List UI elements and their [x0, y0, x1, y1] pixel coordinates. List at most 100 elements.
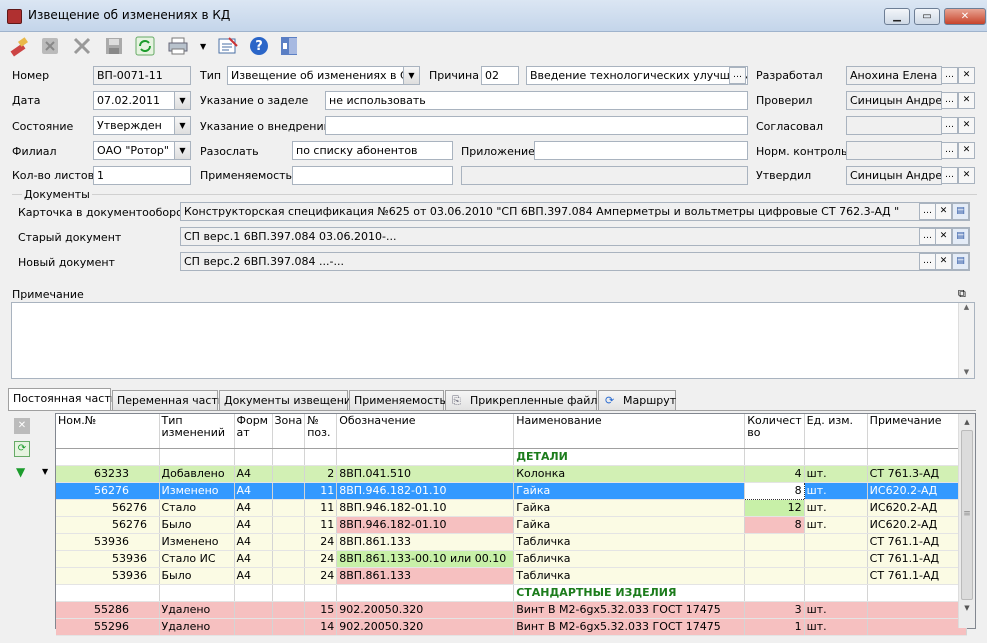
restore-icon[interactable]: ⧉	[958, 287, 966, 301]
reason-code-field[interactable]: 02	[481, 66, 519, 85]
col-header[interactable]: Форм ат	[234, 414, 273, 449]
date-field[interactable]: 07.02.2011 ▼	[93, 91, 191, 110]
table-row[interactable]: 53936 Было А4 24 8ВП.861.133 Табличка СТ 761.1…	[56, 567, 967, 585]
col-header[interactable]: № поз.	[304, 414, 338, 449]
note-scrollbar[interactable]: ▲ ▼	[958, 303, 974, 378]
table-row[interactable]: 55286 Удалено 15 902.20050.320 Винт В М2-6gx…	[56, 601, 967, 619]
note-field[interactable]	[11, 302, 975, 379]
approved-field[interactable]: Синицын Андрей	[846, 166, 942, 185]
minimize-button[interactable]: ▁	[884, 8, 910, 25]
ellipsis-icon[interactable]: …	[729, 67, 746, 84]
print-icon[interactable]	[166, 34, 190, 58]
ellipsis-icon[interactable]: …	[941, 142, 958, 159]
clear-icon[interactable]: ✕	[958, 167, 975, 184]
tab-route[interactable]: ⟳ Маршрут	[598, 390, 676, 410]
maximize-button[interactable]: ▭	[914, 8, 940, 25]
state-select[interactable]: Утвержден ▼	[93, 116, 191, 135]
refresh-icon[interactable]	[133, 34, 157, 58]
ellipsis-icon[interactable]: …	[919, 203, 936, 220]
old-doc-field[interactable]: СП верс.1 6ВП.397.084 03.06.2010-...	[180, 227, 970, 246]
table-row[interactable]: 53936 Стало ИС А4 24 8ВП.861.133-00.10 или 0…	[56, 550, 967, 568]
backlog-field[interactable]: не использовать	[325, 91, 748, 110]
delete-row-icon[interactable]: ✕	[14, 418, 30, 434]
date-value: 07.02.2011	[97, 94, 160, 107]
attach-field[interactable]	[534, 141, 748, 160]
applic-field[interactable]	[292, 166, 453, 185]
col-header[interactable]: Зона	[272, 414, 306, 449]
clear-icon[interactable]: ✕	[958, 142, 975, 159]
clear-icon[interactable]: ✕	[935, 203, 952, 220]
scroll-thumb[interactable]: ≡	[961, 430, 973, 600]
tab-variable[interactable]: Переменная часть	[112, 390, 224, 410]
ellipsis-icon[interactable]: …	[941, 117, 958, 134]
delete-icon[interactable]	[70, 34, 94, 58]
edit-icon[interactable]	[8, 34, 32, 58]
ellipsis-icon[interactable]: …	[941, 167, 958, 184]
cell-name: Табличка	[513, 533, 746, 551]
filter-icon[interactable]: ▼	[16, 465, 25, 479]
table-row[interactable]: СТАНДАРТНЫЕ ИЗДЕЛИЯ	[56, 584, 967, 602]
tab-applicability[interactable]: Применяемость	[349, 390, 446, 410]
table-row[interactable]: 56276 Изменено А4 11 8ВП.946.182-01.10 Гайка 8…	[56, 481, 967, 500]
scroll-down-icon[interactable]: ▼	[959, 604, 975, 612]
cancel-icon[interactable]	[38, 34, 62, 58]
chevron-down-icon[interactable]: ▼	[174, 117, 190, 134]
sheets-field[interactable]: 1	[93, 166, 191, 185]
folder-icon[interactable]: ▤	[952, 253, 969, 270]
number-field[interactable]: ВП-0071-11	[93, 66, 191, 85]
col-header[interactable]: Количест во	[744, 414, 805, 449]
folder-icon[interactable]: ▤	[952, 203, 969, 220]
clear-icon[interactable]: ✕	[958, 67, 975, 84]
table-row[interactable]: ДЕТАЛИ	[56, 448, 967, 466]
chevron-down-icon[interactable]: ▼	[42, 467, 48, 476]
exit-icon[interactable]	[278, 34, 302, 58]
ellipsis-icon[interactable]: …	[941, 67, 958, 84]
checked-field[interactable]: Синицын Андрей	[846, 91, 942, 110]
chevron-down-icon[interactable]: ▼	[174, 92, 190, 109]
chevron-down-icon[interactable]: ▼	[403, 67, 419, 84]
col-header[interactable]: Ном.№	[56, 414, 160, 449]
table-row[interactable]: 55296 Удалено 14 902.20050.320 Винт В М2-6gx…	[56, 618, 967, 636]
cell-zone	[272, 584, 306, 602]
refresh-icon[interactable]: ⟳	[14, 441, 30, 457]
clear-icon[interactable]: ✕	[935, 253, 952, 270]
clear-icon[interactable]: ✕	[958, 117, 975, 134]
notes-icon[interactable]	[216, 34, 240, 58]
table-row[interactable]: 56276 Стало А4 11 8ВП.946.182-01.10 Гайка 12 шт…	[56, 499, 967, 517]
developed-field[interactable]: Анохина Елена Ал	[846, 66, 942, 85]
close-button[interactable]: ✕	[944, 8, 986, 25]
scroll-up-icon[interactable]: ▲	[959, 418, 975, 426]
impl-field[interactable]	[325, 116, 748, 135]
col-header[interactable]: Ед. изм.	[804, 414, 868, 449]
cell-name: Табличка	[513, 550, 746, 568]
table-row[interactable]: 63233 Добавлено А4 2 8ВП.041.510 Колонка 4 шт. С…	[56, 465, 967, 483]
clear-icon[interactable]: ✕	[958, 92, 975, 109]
ellipsis-icon[interactable]: …	[919, 228, 936, 245]
agreed-field[interactable]	[846, 116, 942, 135]
col-header[interactable]: Наименование	[513, 414, 746, 449]
col-header[interactable]: Тип изменений	[159, 414, 235, 449]
folder-icon[interactable]: ▤	[952, 228, 969, 245]
branch-select[interactable]: ОАО "Ротор" ▼	[93, 141, 191, 160]
tab-attached-files[interactable]: ⎘ Прикрепленные файлы	[445, 390, 606, 410]
tab-notice-docs[interactable]: Документы извещения	[219, 390, 358, 410]
table-row[interactable]: 53936 Изменено А4 24 8ВП.861.133 Табличка СТ 7…	[56, 533, 967, 551]
new-doc-field[interactable]: СП верс.2 6ВП.397.084 ...-...	[180, 252, 970, 271]
type-select[interactable]: Извещение об изменениях в СП ▼	[227, 66, 420, 85]
card-field[interactable]: Конструкторская спецификация №625 от 03.…	[180, 202, 970, 221]
ellipsis-icon[interactable]: …	[941, 92, 958, 109]
chevron-down-icon[interactable]: ▼	[200, 42, 206, 51]
reason-field[interactable]: Введение технологических улучшений и…	[526, 66, 748, 85]
table-row[interactable]: 56276 Было А4 11 8ВП.946.182-01.10 Гайка 8 шт. И…	[56, 516, 967, 534]
chevron-down-icon[interactable]: ▼	[174, 142, 190, 159]
help-icon[interactable]: ?	[247, 34, 271, 58]
save-icon[interactable]	[102, 34, 126, 58]
send-field[interactable]: по списку абонентов	[292, 141, 453, 160]
norm-field[interactable]	[846, 141, 942, 160]
col-header[interactable]: Обозначение	[336, 414, 515, 449]
grid-scrollbar[interactable]: ▲ ≡ ▼	[958, 414, 975, 628]
tab-constant[interactable]: Постоянная часть	[8, 388, 117, 410]
col-header[interactable]: Примечание	[867, 414, 967, 449]
clear-icon[interactable]: ✕	[935, 228, 952, 245]
ellipsis-icon[interactable]: …	[919, 253, 936, 270]
